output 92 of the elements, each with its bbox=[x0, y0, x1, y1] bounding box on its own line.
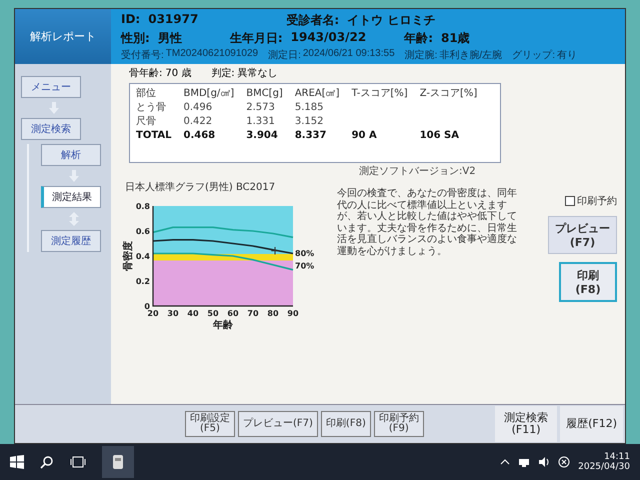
band-label: 80% bbox=[295, 249, 314, 258]
x-tick-label: 60 bbox=[227, 309, 239, 318]
caret-icon[interactable] bbox=[500, 457, 510, 467]
clock-date: 2025/04/30 bbox=[578, 462, 630, 472]
sidebar-title: 解析レポート bbox=[15, 9, 111, 64]
down-arrow-icon bbox=[69, 170, 79, 182]
patient-id: 031977 bbox=[148, 12, 198, 28]
detail-value: TM20240621091029 bbox=[166, 48, 258, 61]
nav-button[interactable]: 測定履歴 bbox=[41, 230, 101, 252]
function-button[interactable]: 印刷(F8) bbox=[320, 411, 371, 437]
id-label: ID: bbox=[121, 12, 140, 28]
table-cell-text: 3.904 bbox=[245, 129, 279, 141]
patient-age: 81歳 bbox=[441, 30, 470, 47]
software-version: 測定ソフトバージョン:V2 bbox=[359, 164, 477, 178]
function-button[interactable]: 履歴(F12) bbox=[560, 406, 623, 442]
chart-title: 日本人標準グラフ(男性) BC2017 bbox=[125, 180, 276, 194]
detail-label: 測定日: bbox=[268, 48, 301, 62]
nav-button[interactable]: 測定結果 bbox=[41, 186, 101, 208]
checkbox-label: 印刷予約 bbox=[577, 194, 617, 208]
network-icon[interactable] bbox=[518, 456, 530, 468]
y-tick-label: 0.2 bbox=[136, 277, 150, 286]
y-tick-label: 0.8 bbox=[136, 202, 150, 211]
table-cell-text: 0.496 bbox=[182, 100, 214, 114]
column-header: BMC[g] bbox=[245, 86, 284, 100]
column-header: 部位 bbox=[135, 86, 157, 100]
action-button[interactable]: プレビュー (F7) bbox=[548, 216, 617, 254]
table-cell-text: 90 A bbox=[350, 129, 378, 141]
column-header: BMD[g/㎠] bbox=[182, 87, 236, 100]
nav-button[interactable]: 測定検索 bbox=[21, 118, 81, 140]
function-button[interactable]: 印刷予約 (F9) bbox=[374, 411, 424, 437]
x-tick-label: 70 bbox=[247, 309, 259, 318]
nav-button[interactable]: メニュー bbox=[21, 76, 81, 98]
sex-label: 性別: bbox=[121, 30, 150, 47]
taskbar-app-button[interactable] bbox=[102, 446, 134, 478]
function-button[interactable]: 測定検索 (F11) bbox=[495, 406, 558, 442]
birth-label: 生年月日: bbox=[230, 30, 283, 47]
column-header: Z-スコア[%] bbox=[418, 87, 478, 100]
x-tick-label: 30 bbox=[167, 309, 179, 318]
action-button[interactable]: 印刷 (F8) bbox=[559, 262, 617, 302]
x-axis-label: 年齢 bbox=[213, 320, 233, 331]
table-cell-text: 尺骨 bbox=[135, 115, 157, 128]
search-icon[interactable] bbox=[40, 455, 54, 469]
x-tick-label: 40 bbox=[187, 309, 199, 318]
column-header: T-スコア[%] bbox=[350, 87, 409, 100]
age-label: 年齢: bbox=[404, 30, 433, 47]
function-button[interactable]: 印刷設定 (F5) bbox=[185, 411, 235, 437]
comment-text: 今回の検査で、あなたの骨密度は、同年代の人に比べて標準値以上といえますが、若い人と比較した値はやや低下しています。丈夫な骨を作るために、日常生活を見直しバランスのよい食事や適度な運動を心がけましょう。 bbox=[337, 188, 518, 258]
table-cell-text: 5.185 bbox=[294, 100, 324, 114]
function-button[interactable]: プレビュー(F7) bbox=[238, 411, 318, 437]
nav-button[interactable]: 解析 bbox=[41, 144, 101, 166]
table-cell-text: 8.337 bbox=[294, 129, 328, 141]
band-label: 70% bbox=[295, 262, 314, 270]
y-tick-label: 0.4 bbox=[136, 252, 150, 261]
table-cell-text: 1.331 bbox=[245, 114, 276, 128]
table-cell-text: 0.468 bbox=[182, 129, 216, 141]
name-label: 受診者名: bbox=[286, 12, 340, 29]
column-header: AREA[㎠] bbox=[294, 87, 341, 100]
table-cell-text: 2.573 bbox=[245, 100, 276, 114]
table-cell-text: とう骨 bbox=[135, 101, 167, 114]
summary-label: 判定: bbox=[211, 66, 235, 80]
x-tick-label: 80 bbox=[267, 309, 279, 318]
x-tick-label: 20 bbox=[147, 309, 159, 318]
detail-label: 測定腕: bbox=[404, 48, 438, 62]
app-icon bbox=[112, 454, 124, 470]
detail-value: 非利き腕/左腕 bbox=[439, 48, 502, 62]
patient-sex: 男性 bbox=[158, 30, 182, 47]
x-tick-label: 90 bbox=[287, 309, 299, 318]
summary-label: 骨年齢: bbox=[129, 66, 162, 80]
detail-value: 有り bbox=[556, 49, 577, 62]
task-view-icon[interactable] bbox=[70, 456, 86, 468]
x-tick-label: 50 bbox=[207, 309, 219, 318]
summary-value: 異常なし bbox=[238, 66, 278, 80]
y-tick-label: 0 bbox=[144, 302, 150, 311]
windows-icon[interactable] bbox=[10, 455, 24, 469]
detail-label: 受付番号: bbox=[121, 48, 164, 62]
y-tick-label: 0.6 bbox=[136, 227, 150, 236]
birth-date: 1943/03/22 bbox=[290, 30, 366, 46]
volume-icon[interactable] bbox=[538, 456, 550, 468]
table-cell-text: 106 SA bbox=[418, 129, 460, 141]
patient-name: イトウ ヒロミチ bbox=[347, 12, 436, 29]
clock-time: 14:11 bbox=[604, 452, 630, 462]
table-cell-text: 0.422 bbox=[182, 114, 214, 128]
checkbox[interactable] bbox=[565, 196, 575, 206]
up-down-arrow-icon bbox=[69, 212, 79, 226]
down-arrow-icon bbox=[49, 102, 59, 114]
table-cell-text: 3.152 bbox=[294, 114, 324, 128]
table-cell-text: TOTAL bbox=[135, 129, 172, 141]
detail-label: グリップ: bbox=[512, 48, 555, 62]
summary-value: 70 歳 bbox=[165, 66, 192, 80]
notification-icon[interactable] bbox=[558, 456, 570, 468]
detail-value: 2024/06/21 09:13:55 bbox=[302, 48, 395, 61]
y-axis-label: 骨密度 bbox=[123, 241, 134, 271]
